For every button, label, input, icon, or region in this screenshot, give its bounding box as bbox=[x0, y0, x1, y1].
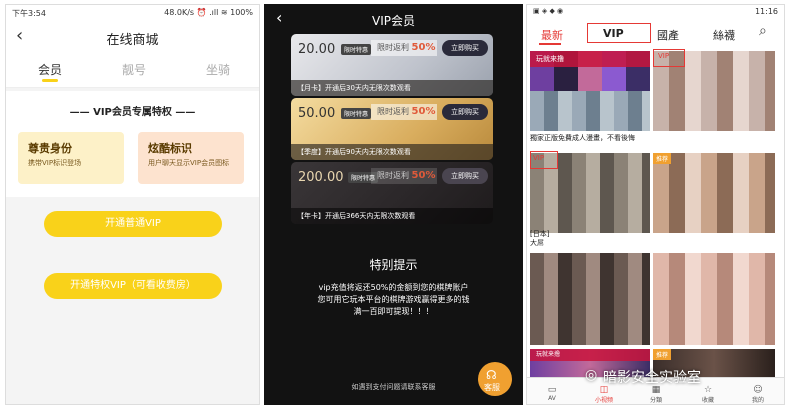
notification-icons: ▣ ◈ ◆ ◉ bbox=[533, 7, 564, 15]
video-app-screen: ▣ ◈ ◆ ◉ 11:16 最新 VIP 國產 絲襪 ⌕ 玩就来撸 VIP 獨家… bbox=[526, 4, 785, 405]
status-bar: 下午3:54 48.0K/s ⏰ .ıll ≋ 100% bbox=[6, 5, 259, 21]
special-vip-button[interactable]: 开通特权VIP（可看收费房） bbox=[44, 273, 222, 299]
tab-mount[interactable]: 坐骑 bbox=[188, 61, 248, 78]
video-thumb[interactable] bbox=[653, 153, 775, 233]
buy-button[interactable]: 立即购买 bbox=[442, 168, 488, 184]
section-title: —— VIP会员专属特权 —— bbox=[69, 107, 196, 118]
vip-badge: VIP bbox=[533, 154, 545, 162]
pixelated-area bbox=[530, 91, 650, 131]
service-label: 客服 bbox=[484, 383, 500, 392]
video-thumb[interactable]: 玩就来撸 bbox=[530, 51, 650, 131]
price: 50.00 bbox=[298, 106, 336, 121]
page-title: VIP会员 bbox=[372, 14, 415, 28]
recommend-badge: 推荐 bbox=[653, 349, 672, 360]
card-desc: 【季度】开通后90天内无限次数观看 bbox=[291, 144, 493, 160]
perk-title: 尊贵身份 bbox=[28, 142, 72, 155]
watermark: 暗影安全实验室 bbox=[603, 370, 701, 386]
perk-desc: 用户聊天显示VIP会员图标 bbox=[148, 159, 230, 167]
tab-domestic[interactable]: 國產 bbox=[657, 27, 679, 43]
normal-vip-button[interactable]: 开通普通VIP bbox=[44, 211, 222, 237]
month-card: 20.00 限时特惠 限时返利 50% 立即购买 【月卡】开通后30天内无限次数… bbox=[291, 34, 493, 96]
video-thumb[interactable] bbox=[530, 253, 650, 345]
recommend-badge: 推荐 bbox=[653, 153, 672, 164]
quarter-card: 50.00 限时特惠 限时返利 50% 立即购买 【季度】开通后90天内无限次数… bbox=[291, 98, 493, 160]
buy-button[interactable]: 立即购买 bbox=[442, 40, 488, 56]
nav-mine[interactable]: ☺ 我的 bbox=[733, 385, 783, 404]
price: 20.00 bbox=[298, 42, 336, 57]
sale-tag: 限时特惠 bbox=[341, 108, 372, 119]
perk-desc: 携带VIP标识登场 bbox=[28, 159, 82, 167]
status-time: 11:16 bbox=[754, 7, 778, 16]
perk-identity: 尊贵身份 携带VIP标识登场 bbox=[18, 132, 124, 184]
tab-latest[interactable]: 最新 bbox=[541, 27, 563, 43]
tab-indicator bbox=[42, 79, 58, 82]
tab-indicator bbox=[539, 43, 561, 45]
return-label: 限时返利 50% bbox=[371, 168, 437, 184]
video-caption: 獨家正版免費成人漫畫，不看後悔 bbox=[530, 134, 635, 142]
return-label: 限时返利 50% bbox=[371, 104, 437, 120]
game-banner: 玩就来撸 bbox=[530, 349, 650, 361]
vip-badge: VIP bbox=[658, 52, 670, 60]
card-desc: 【年卡】开通后366天内无限次数观看 bbox=[291, 208, 493, 224]
nav-av[interactable]: ▭ AV bbox=[527, 385, 577, 402]
game-banner: 玩就来撸 bbox=[530, 51, 650, 67]
perk-title: 炫酷标识 bbox=[148, 142, 192, 155]
header: ‹ 在线商城 bbox=[6, 21, 259, 53]
nav-short-video[interactable]: ◫ 小视频 bbox=[579, 385, 629, 404]
tab-number[interactable]: 靓号 bbox=[104, 61, 164, 78]
tv-icon: ▭ bbox=[547, 385, 557, 395]
page-title: 在线商城 bbox=[106, 33, 159, 48]
notice-line: vip充值将返还50%的金额到您的棋牌账户 bbox=[318, 283, 469, 292]
nav-category[interactable]: ▦ 分類 bbox=[631, 385, 681, 404]
vip-purchase-screen: ‹ VIP会员 20.00 限时特惠 限时返利 50% 立即购买 【月卡】开通后… bbox=[264, 4, 523, 405]
tab-member[interactable]: 会员 bbox=[20, 61, 80, 78]
nav-favorites[interactable]: ☆ 收藏 bbox=[683, 385, 733, 404]
status-bar: ▣ ◈ ◆ ◉ 11:16 bbox=[527, 5, 784, 19]
card-desc: 【月卡】开通后30天内无限次数观看 bbox=[291, 80, 493, 96]
year-card: 200.00 限时特惠 限时返利 50% 立即购买 【年卡】开通后366天内无限… bbox=[291, 162, 493, 224]
video-caption: 大屌 bbox=[530, 239, 544, 247]
sale-tag: 限时特惠 bbox=[341, 44, 372, 55]
perk-badge: 炫酷标识 用户聊天显示VIP会员图标 bbox=[138, 132, 244, 184]
status-time: 下午3:54 bbox=[12, 9, 46, 18]
status-network: 48.0K/s ⏰ .ıll ≋ 100% bbox=[164, 8, 253, 17]
tab-stockings[interactable]: 絲襪 bbox=[713, 27, 735, 43]
wechat-icon: ◎ bbox=[585, 367, 598, 383]
search-icon[interactable]: ⌕ bbox=[759, 23, 767, 39]
price: 200.00 bbox=[298, 170, 344, 185]
shop-screen: 下午3:54 48.0K/s ⏰ .ıll ≋ 100% ‹ 在线商城 会员 靓… bbox=[5, 4, 260, 405]
buy-button[interactable]: 立即购买 bbox=[442, 104, 488, 120]
headset-icon: ☊ bbox=[486, 368, 497, 382]
return-label: 限时返利 50% bbox=[371, 40, 437, 56]
notice-line: 您可用它玩本平台的棋牌游戏赢得更多的钱 bbox=[317, 295, 470, 304]
person-icon: ☺ bbox=[753, 385, 763, 395]
video-thumb[interactable] bbox=[653, 253, 775, 345]
tab-bar: 会员 靓号 坐骑 bbox=[6, 53, 259, 88]
vip-tab-highlight bbox=[587, 23, 651, 43]
notice-title: 特别提示 bbox=[369, 258, 418, 272]
customer-service-button[interactable]: ☊ 客服 bbox=[478, 362, 512, 396]
notice-line: 满一百即可提现！！！ bbox=[353, 307, 434, 316]
notice-text: vip充值将返还50%的金额到您的棋牌账户 您可用它玩本平台的棋牌游戏赢得更多的… bbox=[264, 282, 523, 318]
